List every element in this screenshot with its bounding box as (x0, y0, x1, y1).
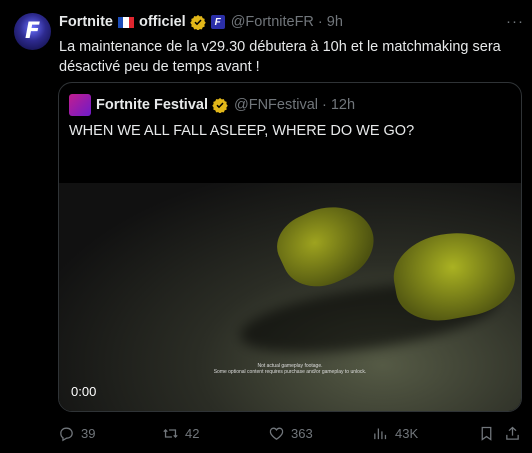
tweet[interactable]: F Fortnite officiel F @FortniteFR · 9h ·… (0, 0, 532, 453)
display-name[interactable]: Fortnite (59, 14, 113, 30)
handle[interactable]: @FortniteFR (231, 14, 314, 30)
video-frame-shoe (387, 223, 521, 328)
views-button[interactable]: 43K (372, 425, 418, 442)
timestamp[interactable]: 9h (327, 14, 343, 30)
reply-icon (60, 427, 73, 442)
share-button[interactable] (504, 425, 521, 442)
share-icon (506, 426, 519, 440)
french-flag-icon (117, 16, 134, 28)
bookmark-button[interactable] (478, 425, 495, 442)
quoted-avatar[interactable] (69, 94, 91, 116)
views-icon (374, 428, 387, 440)
like-button[interactable]: 363 (268, 425, 313, 442)
quoted-tweet-text: WHEN WE ALL FALL ASLEEP, WHERE DO WE GO? (69, 123, 415, 139)
video-player[interactable]: Not actual gameplay footage. Some option… (59, 183, 521, 411)
repost-button[interactable]: 42 (162, 425, 199, 442)
action-bar: 39 42 363 43K (58, 425, 524, 443)
verified-gold-icon (212, 98, 228, 113)
separator-dot: · (317, 14, 323, 30)
more-icon[interactable]: ··· (506, 13, 524, 30)
reply-button[interactable]: 39 (58, 425, 95, 442)
verified-gold-icon (189, 15, 206, 30)
like-icon (269, 427, 284, 440)
quoted-handle[interactable]: @FNFestival (234, 97, 318, 113)
reply-count: 39 (81, 426, 96, 441)
like-count: 363 (291, 426, 313, 441)
affiliate-badge-icon[interactable]: F (210, 15, 225, 29)
quoted-timestamp[interactable]: 12h (331, 97, 355, 113)
display-name-suffix[interactable]: officiel (139, 14, 186, 30)
repost-icon (163, 429, 178, 438)
avatar[interactable]: F (14, 13, 51, 50)
quoted-display-name[interactable]: Fortnite Festival (96, 97, 208, 113)
views-count: 43K (395, 426, 419, 441)
video-disclaimer: Not actual gameplay footage. Some option… (59, 363, 521, 375)
quoted-tweet-header: Fortnite Festival @FNFestival · 12h (69, 94, 355, 116)
repost-count: 42 (185, 426, 200, 441)
tweet-header: Fortnite officiel F @FortniteFR · 9h (59, 12, 343, 32)
bookmark-icon (481, 426, 492, 441)
separator-dot: · (322, 97, 327, 113)
video-time: 0:00 (71, 384, 97, 399)
quoted-tweet[interactable]: Fortnite Festival @FNFestival · 12h WHEN… (58, 82, 522, 412)
video-frame-shoe (267, 191, 386, 300)
video-disclaimer-line: Some optional content requires purchase … (213, 369, 367, 375)
tweet-text: La maintenance de la v29.30 débutera à 1… (59, 39, 501, 75)
